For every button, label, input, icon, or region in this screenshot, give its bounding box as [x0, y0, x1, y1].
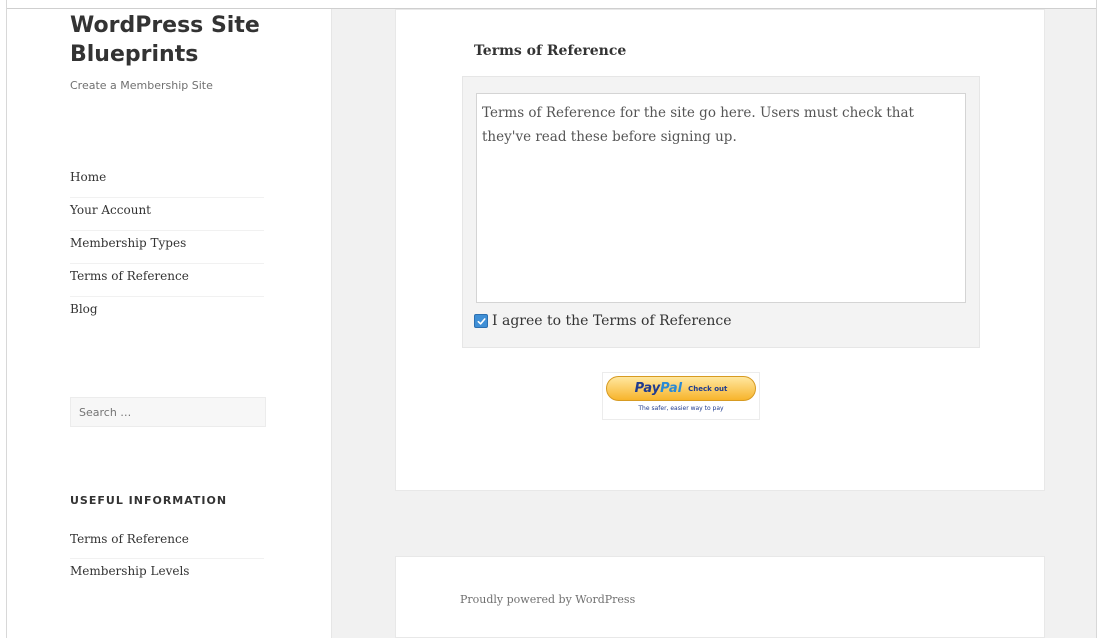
paypal-tagline: The safer, easier way to pay	[638, 405, 724, 412]
useful-information-heading: USEFUL INFORMATION	[70, 494, 228, 507]
content-card: Terms of Reference Terms of Reference fo…	[395, 9, 1045, 491]
paypal-pill: PayPal Check out	[606, 376, 756, 401]
search-input[interactable]	[70, 397, 266, 427]
paypal-checkout-button[interactable]: PayPal Check out The safer, easier way t…	[602, 372, 760, 420]
terms-box: Terms of Reference for the site go here.…	[462, 76, 980, 348]
nav-item-home[interactable]: Home	[70, 165, 264, 198]
nav-item-blog[interactable]: Blog	[70, 297, 264, 330]
widget-link-membership-levels[interactable]: Membership Levels	[70, 559, 264, 591]
nav-item-terms-of-reference[interactable]: Terms of Reference	[70, 264, 264, 297]
widget-link-terms-of-reference[interactable]: Terms of Reference	[70, 527, 264, 559]
site-description: Create a Membership Site	[70, 79, 213, 92]
agree-row[interactable]: I agree to the Terms of Reference	[474, 313, 732, 329]
site-title[interactable]: WordPress Site Blueprints	[70, 11, 310, 69]
useful-information-list: Terms of Reference Membership Levels	[70, 527, 264, 591]
window-left-edge	[0, 0, 7, 638]
nav-item-membership-types[interactable]: Membership Types	[70, 231, 264, 264]
paypal-logo: PayPal	[635, 381, 682, 396]
agree-label: I agree to the Terms of Reference	[492, 313, 732, 329]
paypal-checkout-label: Check out	[688, 384, 728, 393]
terms-textarea[interactable]: Terms of Reference for the site go here.…	[476, 93, 966, 303]
checkmark-icon	[477, 317, 486, 325]
main-navigation: Home Your Account Membership Types Terms…	[70, 165, 264, 330]
paypal-logo-pay: Pay	[634, 381, 661, 396]
window-top-edge	[0, 0, 1102, 9]
sidebar: WordPress Site Blueprints Create a Membe…	[7, 9, 332, 638]
agree-checkbox[interactable]	[474, 314, 488, 328]
terms-heading: Terms of Reference	[474, 43, 627, 59]
window-right-edge	[1096, 0, 1102, 638]
footer-credit-link[interactable]: Proudly powered by WordPress	[460, 593, 635, 606]
site-footer: Proudly powered by WordPress	[395, 556, 1045, 638]
paypal-logo-pal: Pal	[660, 381, 683, 396]
nav-item-your-account[interactable]: Your Account	[70, 198, 264, 231]
